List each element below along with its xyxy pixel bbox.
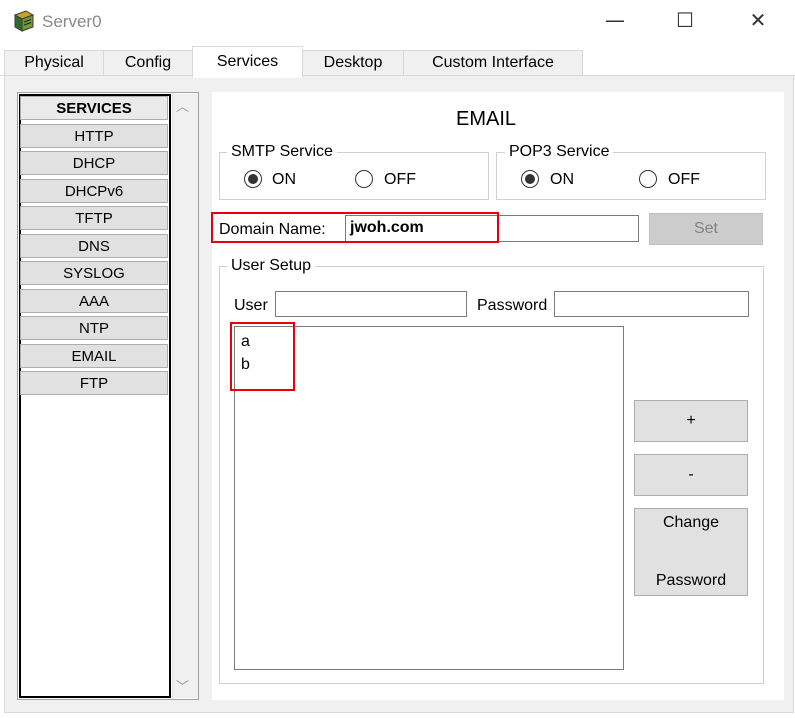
service-item-ntp[interactable]: NTP xyxy=(20,316,168,340)
user-input[interactable] xyxy=(275,291,467,317)
maximize-icon: ☐ xyxy=(676,8,694,32)
domain-highlight-box xyxy=(211,212,499,243)
smtp-off-radio[interactable] xyxy=(355,170,373,188)
smtp-on-label: ON xyxy=(272,171,296,188)
smtp-off-label: OFF xyxy=(384,171,416,188)
smtp-on-radio[interactable] xyxy=(244,170,262,188)
pop3-on-label: ON xyxy=(550,171,574,188)
service-item-syslog[interactable]: SYSLOG xyxy=(20,261,168,285)
tab-label: Services xyxy=(216,53,279,70)
tab-label: Physical xyxy=(24,54,84,71)
tab-custom-interface[interactable]: Custom Interface xyxy=(403,50,583,76)
service-item-dns[interactable]: DNS xyxy=(20,234,168,258)
tab-config[interactable]: Config xyxy=(103,50,193,76)
password-label: Password xyxy=(477,297,548,314)
service-item-dhcp[interactable]: DHCP xyxy=(20,151,168,175)
change-password-button[interactable]: Change Password xyxy=(634,508,748,596)
tab-desktop[interactable]: Desktop xyxy=(302,50,404,76)
set-button[interactable]: Set xyxy=(649,213,763,245)
server-icon xyxy=(13,10,35,32)
scroll-down-icon[interactable]: ﹀ xyxy=(176,676,189,695)
user-list-highlight-box xyxy=(230,322,295,391)
user-label: User xyxy=(234,297,268,314)
radio-selected-dot xyxy=(248,174,258,184)
pop3-off-radio[interactable] xyxy=(639,170,657,188)
pop3-off-label: OFF xyxy=(668,171,700,188)
services-scrollbar[interactable] xyxy=(172,94,198,698)
tab-services[interactable]: Services xyxy=(192,46,303,78)
close-button[interactable]: ✕ xyxy=(746,8,770,32)
service-item-http[interactable]: HTTP xyxy=(20,124,168,148)
smtp-service-title: SMTP Service xyxy=(227,143,337,161)
pop3-on-radio[interactable] xyxy=(521,170,539,188)
service-item-aaa[interactable]: AAA xyxy=(20,289,168,313)
pop3-service-title: POP3 Service xyxy=(505,143,614,161)
minimize-button[interactable]: — xyxy=(603,8,627,32)
maximize-button[interactable]: ☐ xyxy=(673,8,697,32)
tab-label: Desktop xyxy=(323,54,383,71)
service-item-email[interactable]: EMAIL xyxy=(20,344,168,368)
tab-label: Custom Interface xyxy=(432,54,554,71)
radio-selected-dot xyxy=(525,174,535,184)
service-item-tftp[interactable]: TFTP xyxy=(20,206,168,230)
app-icon xyxy=(12,9,36,33)
window-title: Server0 xyxy=(42,12,102,31)
change-password-line2: Password xyxy=(655,572,727,589)
user-setup-title: User Setup xyxy=(227,257,316,275)
scroll-up-icon[interactable]: ︿ xyxy=(176,96,189,115)
tab-label: Config xyxy=(124,54,172,71)
tab-physical[interactable]: Physical xyxy=(4,50,104,76)
close-icon: ✕ xyxy=(749,8,767,32)
minimize-icon: — xyxy=(605,8,625,32)
service-item-dhcpv6[interactable]: DHCPv6 xyxy=(20,179,168,203)
password-input[interactable] xyxy=(554,291,749,317)
page-title: EMAIL xyxy=(455,108,517,130)
add-user-button[interactable]: + xyxy=(634,400,748,442)
services-header: SERVICES xyxy=(20,96,168,120)
change-password-line1: Change xyxy=(662,514,720,531)
remove-user-button[interactable]: - xyxy=(634,454,748,496)
service-item-ftp[interactable]: FTP xyxy=(20,371,168,395)
